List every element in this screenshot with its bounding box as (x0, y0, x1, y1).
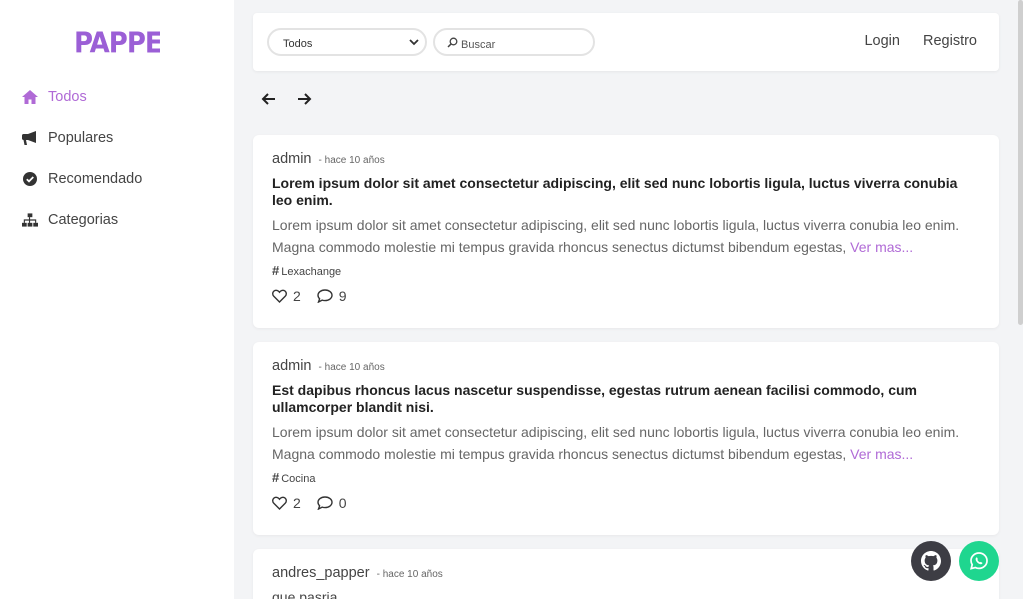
post-card: admin - hace 10 años Est dapibus rhoncus… (253, 342, 999, 535)
post-title[interactable]: que pasria (272, 589, 980, 599)
read-more-link[interactable]: Ver mas... (850, 239, 913, 255)
heart-icon (272, 496, 287, 510)
like-button[interactable]: 2 (272, 495, 301, 511)
arrow-left-icon[interactable] (261, 91, 277, 107)
post-tag-label: Cocina (281, 473, 316, 485)
like-count: 2 (293, 495, 301, 511)
search-icon (447, 37, 458, 54)
read-more-link[interactable]: Ver mas... (850, 446, 913, 462)
sidebar: PAPPER Todos Populares Recomendado Ca (0, 0, 234, 599)
auth-links: Login Registro (845, 33, 977, 49)
post-time: - hace 10 años (318, 155, 385, 166)
comment-button[interactable]: 0 (317, 495, 347, 511)
category-filter-value: Todos (283, 38, 313, 50)
post-meta: admin - hace 10 años (272, 342, 980, 374)
post-time: - hace 10 años (376, 569, 443, 580)
login-link[interactable]: Login (864, 33, 899, 49)
post-stats: 2 0 (272, 495, 980, 511)
post-meta: andres_papper - hace 10 años (272, 549, 980, 581)
sidebar-item-label: Recomendado (48, 171, 143, 187)
like-button[interactable]: 2 (272, 288, 301, 304)
hashtag-icon: # (272, 470, 280, 485)
post-author[interactable]: admin (272, 358, 312, 374)
comment-count: 0 (338, 495, 347, 511)
post-body: Lorem ipsum dolor sit amet consectetur a… (272, 214, 980, 258)
sidebar-item-todos[interactable]: Todos (22, 86, 222, 108)
post-time: - hace 10 años (318, 362, 385, 373)
post-title[interactable]: Est dapibus rhoncus lacus nascetur suspe… (272, 382, 980, 416)
sidebar-item-recomendado[interactable]: Recomendado (22, 168, 222, 190)
sidebar-item-label: Categorias (48, 212, 119, 228)
category-filter-select[interactable]: Todos (267, 28, 427, 56)
post-tag-label: Lexachange (281, 266, 342, 278)
papper-logo[interactable]: PAPPER (74, 26, 183, 65)
megaphone-icon (22, 130, 38, 146)
heart-icon (272, 289, 287, 303)
top-bar: Todos Login Registro (253, 13, 999, 71)
whatsapp-icon (970, 552, 988, 570)
github-button[interactable] (911, 541, 951, 581)
sidebar-item-categorias[interactable]: Categorias (22, 209, 222, 231)
pagination-arrows (261, 91, 331, 107)
post-title[interactable]: Lorem ipsum dolor sit amet consectetur a… (272, 175, 980, 209)
logo-mark: PAPPER (74, 28, 183, 60)
home-icon (22, 89, 38, 105)
comment-icon (317, 289, 333, 303)
post-card: admin - hace 10 años Lorem ipsum dolor s… (253, 135, 999, 328)
comment-count: 9 (338, 288, 347, 304)
sidebar-item-label: Populares (48, 130, 114, 146)
svg-text:PAPPER: PAPPER (74, 28, 160, 58)
check-circle-icon (22, 171, 38, 187)
sidebar-nav: Todos Populares Recomendado Categorias (22, 86, 222, 250)
comment-icon (317, 496, 333, 510)
search-input[interactable] (461, 35, 581, 54)
github-icon (921, 551, 941, 571)
post-author[interactable]: andres_papper (272, 565, 370, 581)
page-scrollbar[interactable] (1018, 0, 1023, 325)
hashtag-icon: # (272, 263, 280, 278)
post-tag[interactable]: # Lexachange (272, 263, 980, 278)
post-card: andres_papper - hace 10 años que pasria (253, 549, 999, 599)
sidebar-item-label: Todos (48, 89, 87, 105)
post-body: Lorem ipsum dolor sit amet consectetur a… (272, 421, 980, 465)
register-link[interactable]: Registro (923, 33, 977, 49)
whatsapp-button[interactable] (959, 541, 999, 581)
sitemap-icon (22, 212, 38, 228)
post-tag[interactable]: # Cocina (272, 470, 980, 485)
post-author[interactable]: admin (272, 151, 312, 167)
sidebar-item-populares[interactable]: Populares (22, 127, 222, 149)
post-meta: admin - hace 10 años (272, 135, 980, 167)
comment-button[interactable]: 9 (317, 288, 347, 304)
post-stats: 2 9 (272, 288, 980, 304)
chevron-down-icon (409, 37, 419, 50)
search-box (433, 28, 595, 56)
arrow-right-icon[interactable] (296, 91, 312, 107)
like-count: 2 (293, 288, 301, 304)
